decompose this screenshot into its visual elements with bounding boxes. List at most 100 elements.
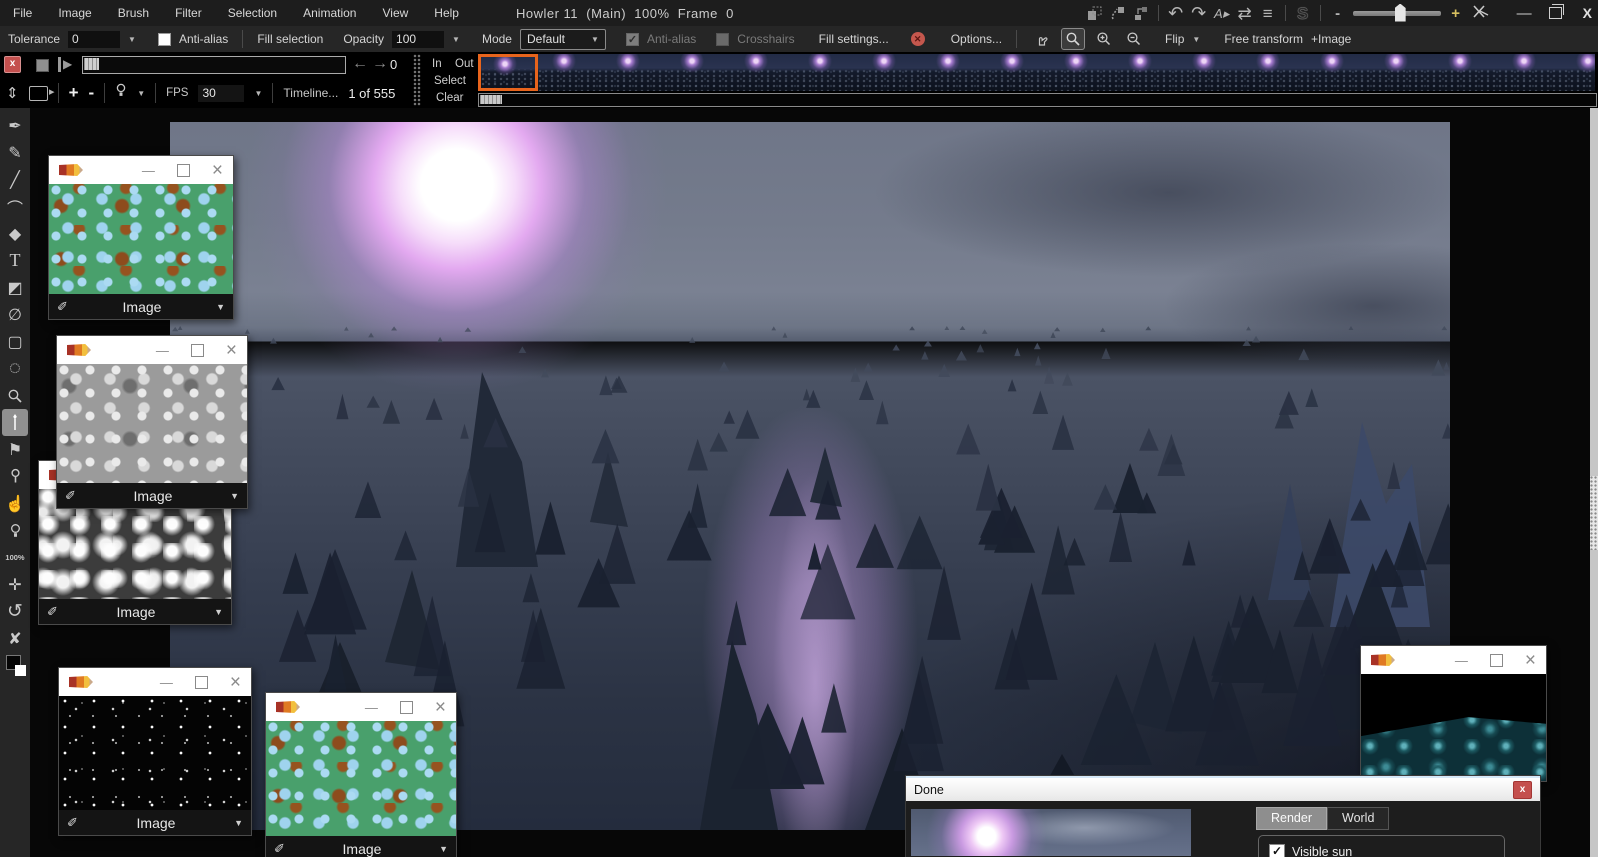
rotate-tool[interactable]: ↺ (2, 598, 28, 625)
transform-cut-icon[interactable] (1471, 4, 1489, 23)
gradient-tool[interactable]: ◩ (2, 274, 28, 301)
close-icon[interactable]: × (1525, 651, 1536, 670)
menu-view[interactable]: View (369, 6, 421, 20)
done-close-button[interactable]: x (1513, 780, 1532, 799)
vertical-scrollbar-handle[interactable] (1590, 476, 1598, 550)
next-frame-icon[interactable]: → (372, 55, 388, 73)
timeline-dialog-button[interactable]: Timeline... (283, 86, 338, 100)
close-icon[interactable]: × (435, 698, 446, 717)
window-minimize-button[interactable]: — (1517, 5, 1532, 22)
menu-selection[interactable]: Selection (215, 6, 290, 20)
palette-mode-button[interactable]: Image (78, 815, 234, 831)
mode-select[interactable]: Default ▼ (519, 28, 606, 50)
flip-button[interactable]: Flip (1165, 32, 1184, 46)
opacity-value-field[interactable]: 100 (392, 30, 445, 48)
menu-help[interactable]: Help (421, 6, 472, 20)
minimize-icon[interactable]: — (156, 343, 169, 358)
text-tool[interactable]: T (2, 247, 28, 274)
magnifier-tool-icon[interactable] (1061, 28, 1086, 50)
maximize-icon[interactable] (194, 675, 208, 689)
palette-titlebar[interactable]: —× (57, 336, 247, 364)
menu-animation[interactable]: Animation (290, 6, 369, 20)
redo-icon[interactable]: ↷ (1191, 4, 1207, 22)
light-dropdown-icon[interactable]: ▼ (137, 89, 145, 98)
flip-dropdown-icon[interactable]: ▼ (1192, 35, 1200, 44)
curve-tool[interactable]: ⌒ (2, 193, 28, 220)
stop-button[interactable] (36, 59, 49, 72)
maximize-icon[interactable] (1489, 653, 1503, 667)
fill-settings-button[interactable]: Fill settings... (819, 32, 889, 46)
add-frame-button[interactable]: + (69, 83, 79, 103)
minimize-icon[interactable]: — (1455, 653, 1468, 668)
lasso-tool[interactable]: ⚑ (2, 436, 28, 463)
window-restore-button[interactable] (1548, 4, 1564, 19)
close-icon[interactable]: × (226, 341, 237, 360)
menu-image[interactable]: Image (45, 6, 104, 20)
zoom-100-tool[interactable]: 100% (2, 544, 28, 571)
palette-dropdown-icon[interactable]: ▼ (230, 491, 239, 501)
smear-brush-tool[interactable]: ✎ (2, 139, 28, 166)
fill-color-indicator-icon[interactable]: ✕ (910, 32, 925, 46)
magic-wand-tool[interactable] (2, 409, 28, 436)
play-button[interactable]: ▶ (58, 57, 72, 72)
options-button[interactable]: Options... (951, 32, 1002, 46)
paste-selection-icon[interactable] (1110, 6, 1126, 21)
paste-image-icon[interactable] (1087, 6, 1103, 21)
tab-render[interactable]: Render (1256, 807, 1327, 830)
undo-icon[interactable]: ↶ (1168, 4, 1184, 22)
palette-titlebar[interactable]: —× (266, 693, 456, 721)
zoom-slider[interactable] (1352, 3, 1441, 22)
tab-world[interactable]: World (1327, 807, 1390, 830)
palette-dropdown-icon[interactable]: ▼ (234, 818, 243, 828)
palette-texture-preview[interactable] (57, 364, 247, 483)
palette-dropdown-icon[interactable]: ▼ (214, 607, 223, 617)
browse-light-tool[interactable] (2, 517, 28, 544)
antialias-checkbox[interactable] (157, 32, 171, 46)
palette-dropdown-icon[interactable]: ▼ (439, 844, 448, 854)
expand-updown-icon[interactable]: ⇕ (6, 84, 19, 102)
maximize-icon[interactable] (176, 163, 190, 177)
out-point-button[interactable]: Out (455, 58, 474, 70)
zoom-slider-minus[interactable]: - (1330, 6, 1346, 21)
minimize-icon[interactable]: — (160, 675, 173, 690)
close-icon[interactable]: × (212, 161, 223, 180)
done-dialog-titlebar[interactable]: Done x (906, 776, 1540, 801)
frame-position-slider[interactable] (82, 56, 346, 74)
palette-titlebar[interactable]: —× (59, 668, 251, 696)
free-transform-button[interactable]: Free transform (1224, 32, 1303, 46)
ellipse-select-tool[interactable]: ◌ (2, 355, 28, 382)
paste-brush-icon[interactable] (1133, 6, 1149, 21)
menu-file[interactable]: File (0, 6, 45, 20)
zoom-slider-plus[interactable]: + (1448, 6, 1464, 21)
prev-frame-icon[interactable]: ← (352, 55, 368, 73)
tolerance-dropdown-icon[interactable]: ▼ (128, 35, 136, 44)
zoom-slider-handle[interactable] (1394, 3, 1406, 22)
no-selection-tool[interactable]: ∅ (2, 301, 28, 328)
frame-thumbnail-strip[interactable] (538, 54, 1595, 91)
palette-mode-button[interactable]: Image (285, 841, 439, 857)
unpin-tool[interactable]: ✘ (2, 625, 28, 652)
filled-shape-tool[interactable]: ◆ (2, 220, 28, 247)
pan-tool[interactable]: ✛ (2, 571, 28, 598)
opacity-dropdown-icon[interactable]: ▼ (452, 35, 460, 44)
palette-mode-button[interactable]: Image (68, 299, 216, 315)
timeline-close-button[interactable]: x (4, 56, 21, 73)
palette-texture-preview[interactable] (266, 721, 456, 836)
fps-dropdown-icon[interactable]: ▼ (254, 89, 262, 98)
palette-mode-button[interactable]: Image (76, 488, 230, 504)
render-window-titlebar[interactable]: — × (1361, 646, 1546, 674)
rect-select-tool[interactable]: ▢ (2, 328, 28, 355)
film-append-icon[interactable] (28, 85, 55, 101)
canvas-vertical-scrollbar[interactable] (1590, 108, 1598, 857)
mirror-icon[interactable]: ⇄ (1237, 5, 1253, 22)
pen-tool[interactable]: ✒ (2, 112, 28, 139)
minimize-icon[interactable]: — (365, 700, 378, 715)
fps-value-field[interactable]: 30 (198, 84, 245, 102)
text-arrow-icon[interactable]: A▸ (1214, 7, 1230, 20)
render-preview-image[interactable] (1361, 674, 1546, 781)
layers-icon[interactable]: ≡ (1260, 5, 1276, 22)
palette-mode-button[interactable]: Image (58, 604, 214, 620)
select-frames-button[interactable]: Select (434, 75, 466, 87)
in-point-button[interactable]: In (432, 58, 442, 70)
picker-tool[interactable] (2, 463, 28, 490)
